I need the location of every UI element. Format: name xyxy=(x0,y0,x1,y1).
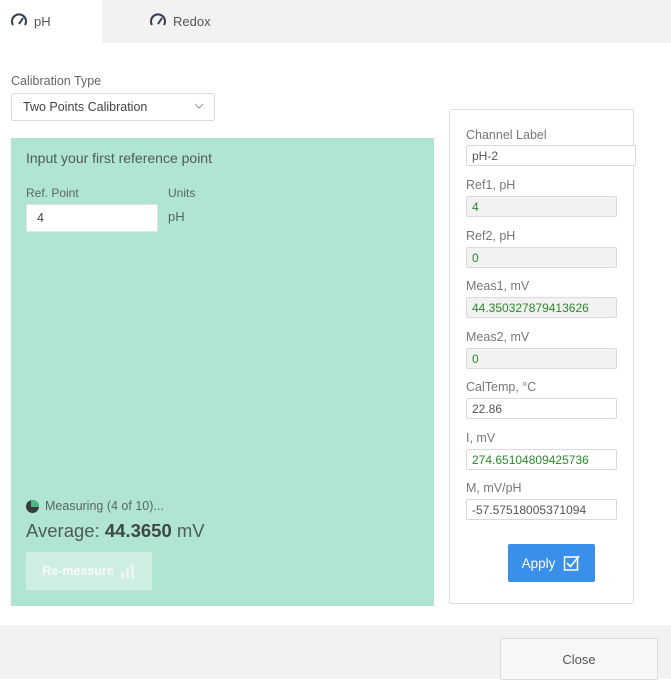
intercept-value: 274.65104809425736 xyxy=(472,452,589,467)
close-button[interactable]: Close xyxy=(500,638,658,680)
intercept-label: I, mV xyxy=(466,431,496,445)
ref1-value: 4 xyxy=(472,199,479,214)
caltemp-value: 22.86 xyxy=(472,401,503,416)
average-readout: Average: 44.3650 mV xyxy=(26,520,205,542)
measurement-panel: Input your first reference point Ref. Po… xyxy=(11,138,434,606)
average-value: 44.3650 xyxy=(104,520,172,541)
ref2-value: 0 xyxy=(472,250,479,265)
slope-value: -57.57518005371094 xyxy=(472,502,587,517)
caltemp-label: CalTemp, °C xyxy=(466,380,537,394)
units-value: pH xyxy=(168,209,185,224)
slope-field: -57.57518005371094 xyxy=(466,499,617,520)
meas1-field: 44.350327879413626 xyxy=(466,297,617,318)
caltemp-input[interactable]: 22.86 xyxy=(466,398,617,419)
ref1-field: 4 xyxy=(466,196,617,217)
channel-label-input[interactable]: pH-2 xyxy=(466,145,636,166)
chevron-down-icon xyxy=(194,103,204,109)
tab-ph-label: pH xyxy=(34,14,51,29)
close-label: Close xyxy=(562,651,596,667)
meas1-label: Meas1, mV xyxy=(466,279,530,293)
ref-point-label: Ref. Point xyxy=(26,186,79,200)
tab-ph[interactable]: pH xyxy=(0,0,102,43)
channel-label-label: Channel Label xyxy=(466,128,547,142)
ref-point-input[interactable]: 4 xyxy=(26,204,158,232)
average-prefix: Average: xyxy=(26,520,105,541)
average-unit: mV xyxy=(171,520,205,541)
remeasure-button[interactable]: Re-measure xyxy=(26,552,152,590)
tab-bar: pH Redox xyxy=(0,0,671,43)
meas1-value: 44.350327879413626 xyxy=(472,300,589,315)
bar-chart-icon xyxy=(120,565,134,578)
gauge-icon xyxy=(11,13,27,30)
measuring-status-text: Measuring (4 of 10)... xyxy=(45,499,164,513)
units-label: Units xyxy=(168,186,196,200)
gauge-icon xyxy=(150,13,166,30)
meas2-label: Meas2, mV xyxy=(466,330,530,344)
calibration-type-value: Two Points Calibration xyxy=(23,100,148,114)
remeasure-label: Re-measure xyxy=(42,564,114,578)
calibration-type-select[interactable]: Two Points Calibration xyxy=(11,93,215,121)
tab-redox[interactable]: Redox xyxy=(150,0,260,43)
apply-button[interactable]: Apply xyxy=(508,544,595,582)
step-title: Input your first reference point xyxy=(26,150,212,166)
spinner-icon xyxy=(26,499,39,513)
meas2-field: 0 xyxy=(466,348,617,369)
calibration-results-panel: Channel Label pH-2 Ref1, pH 4 Ref2, pH 0… xyxy=(449,109,636,604)
intercept-field: 274.65104809425736 xyxy=(466,449,617,470)
apply-label: Apply xyxy=(521,555,556,571)
measuring-status: Measuring (4 of 10)... xyxy=(26,499,164,513)
calibration-type-label: Calibration Type xyxy=(11,74,102,88)
ref2-field: 0 xyxy=(466,247,617,268)
ref-point-value: 4 xyxy=(37,211,44,225)
tab-redox-label: Redox xyxy=(173,14,211,29)
ref1-label: Ref1, pH xyxy=(466,178,516,192)
meas2-value: 0 xyxy=(472,351,479,366)
channel-label-value: pH-2 xyxy=(472,148,499,163)
slope-label: M, mV/pH xyxy=(466,481,522,495)
checkbox-icon xyxy=(564,555,581,571)
ref2-label: Ref2, pH xyxy=(466,229,516,243)
